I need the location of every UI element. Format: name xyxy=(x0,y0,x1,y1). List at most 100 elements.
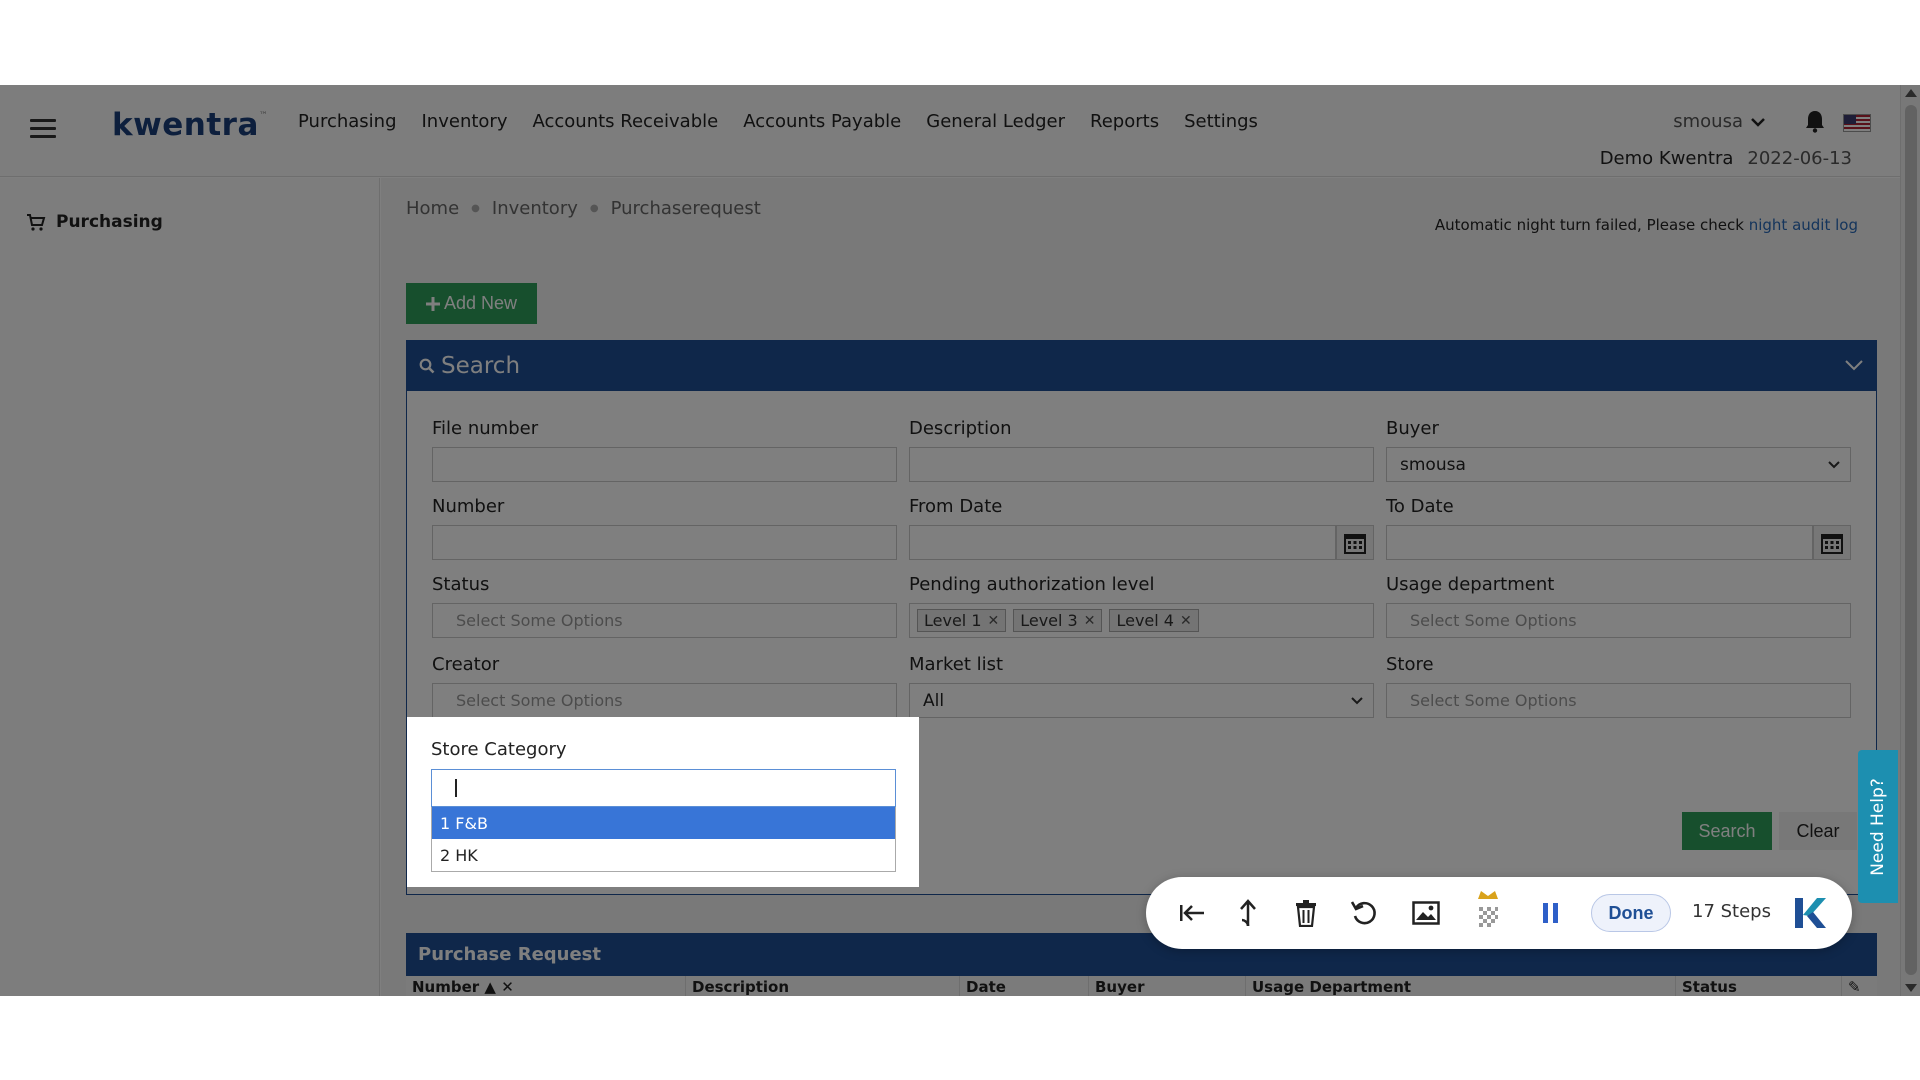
go-to-start-icon[interactable] xyxy=(1176,897,1208,929)
clear-button[interactable]: Clear xyxy=(1779,812,1857,850)
breadcrumb-current: Purchaserequest xyxy=(610,198,761,219)
collapse-chevron-icon[interactable] xyxy=(1844,355,1864,375)
us-flag-icon[interactable] xyxy=(1843,114,1871,132)
nav-purchasing[interactable]: Purchasing xyxy=(298,111,397,132)
scroll-up-arrow[interactable] xyxy=(1905,89,1917,97)
calendar-icon[interactable] xyxy=(1336,525,1374,560)
from-date-input[interactable] xyxy=(909,525,1336,560)
scroll-thumb[interactable] xyxy=(1905,105,1917,975)
usage-department-label: Usage department xyxy=(1386,574,1555,595)
breadcrumb: Home ● Inventory ● Purchaserequest xyxy=(406,198,761,219)
store-category-option[interactable]: 2 HK xyxy=(432,839,895,871)
buyer-value: smousa xyxy=(1400,454,1466,475)
store-label: Store xyxy=(1386,654,1434,675)
add-new-label: Add New xyxy=(443,293,518,313)
need-help-tab[interactable]: Need Help? xyxy=(1858,750,1898,903)
breadcrumb-separator: ● xyxy=(471,203,480,214)
add-new-button[interactable]: Add New xyxy=(406,283,537,324)
status-label: Status xyxy=(432,574,490,595)
search-panel-title: Search xyxy=(441,353,521,379)
description-input[interactable] xyxy=(909,447,1374,482)
to-date-input[interactable] xyxy=(1386,525,1813,560)
breadcrumb-separator: ● xyxy=(589,203,599,214)
app-window: kwentra™ Purchasing Inventory Accounts R… xyxy=(0,85,1920,996)
purchase-request-table-header: Number ▲ ✕ Description Date Buyer Usage … xyxy=(406,976,1877,996)
screen: kwentra™ Purchasing Inventory Accounts R… xyxy=(0,0,1920,1080)
alert-text: Automatic night turn failed, Please chec… xyxy=(1434,216,1744,234)
remove-chip-icon[interactable]: ✕ xyxy=(1084,613,1096,629)
breadcrumb-home[interactable]: Home xyxy=(406,198,459,219)
column-number[interactable]: Number ▲ ✕ xyxy=(406,976,686,996)
step-up-icon[interactable] xyxy=(1232,897,1264,929)
market-list-select[interactable]: All xyxy=(909,683,1374,718)
market-list-label: Market list xyxy=(909,654,1004,675)
status-multiselect[interactable]: Select Some Options xyxy=(432,603,897,638)
nav-reports[interactable]: Reports xyxy=(1090,111,1159,132)
market-list-value: All xyxy=(923,690,945,711)
breadcrumb-inventory[interactable]: Inventory xyxy=(492,198,578,219)
cart-icon xyxy=(27,214,46,231)
night-audit-log-link[interactable]: night audit log xyxy=(1749,216,1858,234)
pending-auth-label: Pending authorization level xyxy=(909,574,1155,595)
buyer-select[interactable]: smousa xyxy=(1386,447,1851,482)
buyer-label: Buyer xyxy=(1386,418,1439,439)
chevron-down-icon xyxy=(1751,117,1765,127)
column-description[interactable]: Description xyxy=(686,976,960,996)
session-date: 2022-06-13 xyxy=(1747,148,1852,169)
nav-accounts-receivable[interactable]: Accounts Receivable xyxy=(532,111,718,132)
description-label: Description xyxy=(909,418,1012,439)
number-input[interactable] xyxy=(432,525,897,560)
store-category-spotlight: Store Category 1 F&B 2 HK xyxy=(407,717,919,887)
file-number-input[interactable] xyxy=(432,447,897,482)
sort-asc-icon[interactable]: ▲ xyxy=(484,978,496,996)
nav-general-ledger[interactable]: General Ledger xyxy=(926,111,1065,132)
recorder-toolbar: Done 17 Steps xyxy=(1146,877,1852,949)
nav-inventory[interactable]: Inventory xyxy=(422,111,508,132)
undo-icon[interactable] xyxy=(1348,897,1380,929)
from-date-label: From Date xyxy=(909,496,1003,517)
night-audit-alert: Automatic night turn failed, Please chec… xyxy=(1435,216,1858,234)
trash-icon[interactable] xyxy=(1290,897,1322,929)
image-icon[interactable] xyxy=(1410,897,1442,929)
kwentra-logo[interactable]: kwentra™ xyxy=(112,107,268,143)
usage-department-multiselect[interactable]: Select Some Options xyxy=(1386,603,1851,638)
search-icon xyxy=(419,358,435,374)
remove-chip-icon[interactable]: ✕ xyxy=(988,613,1000,629)
file-number-label: File number xyxy=(432,418,539,439)
done-button[interactable]: Done xyxy=(1591,894,1671,932)
nav-settings[interactable]: Settings xyxy=(1184,111,1258,132)
calendar-icon[interactable] xyxy=(1813,525,1851,560)
hamburger-menu-icon[interactable] xyxy=(30,119,56,139)
column-date[interactable]: Date xyxy=(960,976,1089,996)
search-button[interactable]: Search xyxy=(1682,812,1772,850)
store-category-label: Store Category xyxy=(431,739,567,760)
kwentra-k-logo-icon[interactable] xyxy=(1788,893,1828,933)
pencil-icon[interactable]: ✎ xyxy=(1842,976,1877,996)
store-category-search-input[interactable] xyxy=(431,769,896,807)
store-category-option[interactable]: 1 F&B xyxy=(432,807,895,839)
nav-accounts-payable[interactable]: Accounts Payable xyxy=(743,111,901,132)
steps-count: 17 Steps xyxy=(1692,901,1771,922)
pause-icon[interactable] xyxy=(1535,897,1567,929)
bell-icon[interactable] xyxy=(1804,109,1826,133)
column-buyer[interactable]: Buyer xyxy=(1089,976,1246,996)
scroll-down-arrow[interactable] xyxy=(1905,984,1917,992)
vertical-scrollbar[interactable] xyxy=(1900,85,1920,996)
plus-icon xyxy=(425,296,440,311)
search-panel-header[interactable]: Search xyxy=(407,341,1876,391)
need-help-label: Need Help? xyxy=(1868,777,1888,876)
store-multiselect[interactable]: Select Some Options xyxy=(1386,683,1851,718)
creator-label: Creator xyxy=(432,654,500,675)
top-bar: kwentra™ Purchasing Inventory Accounts R… xyxy=(0,85,1900,177)
user-menu[interactable]: smousa xyxy=(1673,111,1765,132)
creator-multiselect[interactable]: Select Some Options xyxy=(432,683,897,718)
remove-chip-icon[interactable]: ✕ xyxy=(1180,613,1192,629)
sidebar-item-purchasing[interactable]: Purchasing xyxy=(26,212,163,232)
column-usage-department[interactable]: Usage Department xyxy=(1246,976,1676,996)
blur-premium-icon[interactable] xyxy=(1472,889,1504,933)
clear-sort-icon[interactable]: ✕ xyxy=(501,978,514,996)
chevron-down-icon xyxy=(1351,697,1363,705)
pending-auth-multiselect[interactable]: Level 1 ✕ Level 3 ✕ Level 4 ✕ xyxy=(909,603,1374,638)
column-status[interactable]: Status xyxy=(1676,976,1842,996)
company-info: Demo Kwentra 2022-06-13 xyxy=(1600,148,1852,169)
